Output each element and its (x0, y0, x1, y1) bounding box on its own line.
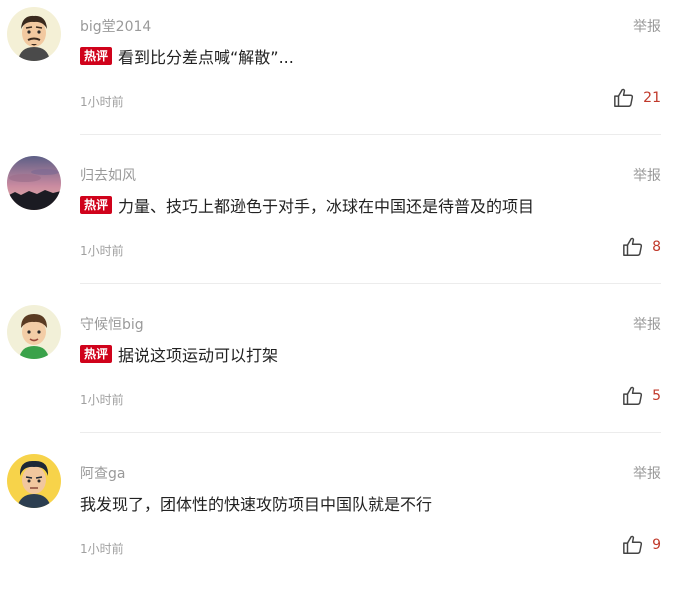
thumbs-up-icon (614, 88, 634, 107)
like-count: 21 (643, 90, 661, 106)
comment-time: 1小时前 (80, 244, 124, 258)
comment-time: 1小时前 (80, 393, 124, 407)
like-count: 5 (652, 388, 661, 404)
user-avatar[interactable] (7, 454, 61, 508)
comment-item: big堂2014 举报 热评 看到比分差点喊“解散”... 1小时前 21 (0, 0, 679, 149)
like-count: 9 (652, 537, 661, 553)
comment-text: 据说这项运动可以打架 (118, 346, 279, 365)
hot-comment-badge: 热评 (80, 196, 113, 214)
avatar-cartoon-man-icon (7, 7, 61, 61)
avatar-cartoon-boy-icon (7, 305, 61, 359)
comment-text: 力量、技巧上都逊色于对手，冰球在中国还是待普及的项目 (118, 197, 535, 216)
user-avatar[interactable] (7, 7, 61, 61)
avatar-sunset-landscape-icon (7, 156, 61, 210)
report-link[interactable]: 举报 (633, 314, 661, 334)
thumbs-up-icon (623, 535, 643, 554)
report-link[interactable]: 举报 (633, 165, 661, 185)
like-count: 8 (652, 239, 661, 255)
divider (80, 432, 661, 433)
comment-text: 看到比分差点喊“解散”... (118, 48, 294, 67)
hot-comment-badge: 热评 (80, 345, 113, 363)
user-avatar[interactable] (7, 156, 61, 210)
comment-time: 1小时前 (80, 542, 124, 556)
divider (80, 283, 661, 284)
like-button[interactable]: 8 (622, 235, 661, 259)
hot-comment-badge: 热评 (80, 47, 113, 65)
username[interactable]: 守候恒big (80, 314, 144, 334)
report-link[interactable]: 举报 (633, 463, 661, 483)
comment-item: 归去如风 举报 热评 力量、技巧上都逊色于对手，冰球在中国还是待普及的项目 1小… (0, 149, 679, 298)
thumbs-up-icon (623, 386, 643, 405)
comment-body: 热评 看到比分差点喊“解散”... (80, 45, 294, 67)
like-button[interactable]: 5 (622, 384, 661, 408)
comment-item: 阿查ga 举报 我发现了，团体性的快速攻防项目中国队就是不行 1小时前 9 (0, 447, 679, 596)
username[interactable]: 阿查ga (80, 463, 125, 483)
comment-body: 我发现了，团体性的快速攻防项目中国队就是不行 (80, 492, 432, 514)
comment-time: 1小时前 (80, 95, 124, 109)
divider (80, 134, 661, 135)
like-button[interactable]: 21 (613, 86, 661, 110)
username[interactable]: 归去如风 (80, 165, 136, 185)
comment-text: 我发现了，团体性的快速攻防项目中国队就是不行 (80, 495, 433, 514)
avatar-cartoon-man-yellow-icon (7, 454, 61, 508)
like-button[interactable]: 9 (622, 533, 661, 557)
comment-item: 守候恒big 举报 热评 据说这项运动可以打架 1小时前 5 (0, 298, 679, 447)
comment-body: 热评 据说这项运动可以打架 (80, 343, 278, 365)
user-avatar[interactable] (7, 305, 61, 359)
thumbs-up-icon (623, 237, 643, 256)
username[interactable]: big堂2014 (80, 16, 151, 36)
report-link[interactable]: 举报 (633, 16, 661, 36)
comment-body: 热评 力量、技巧上都逊色于对手，冰球在中国还是待普及的项目 (80, 194, 534, 216)
comment-list: big堂2014 举报 热评 看到比分差点喊“解散”... 1小时前 21 归去… (0, 0, 679, 567)
